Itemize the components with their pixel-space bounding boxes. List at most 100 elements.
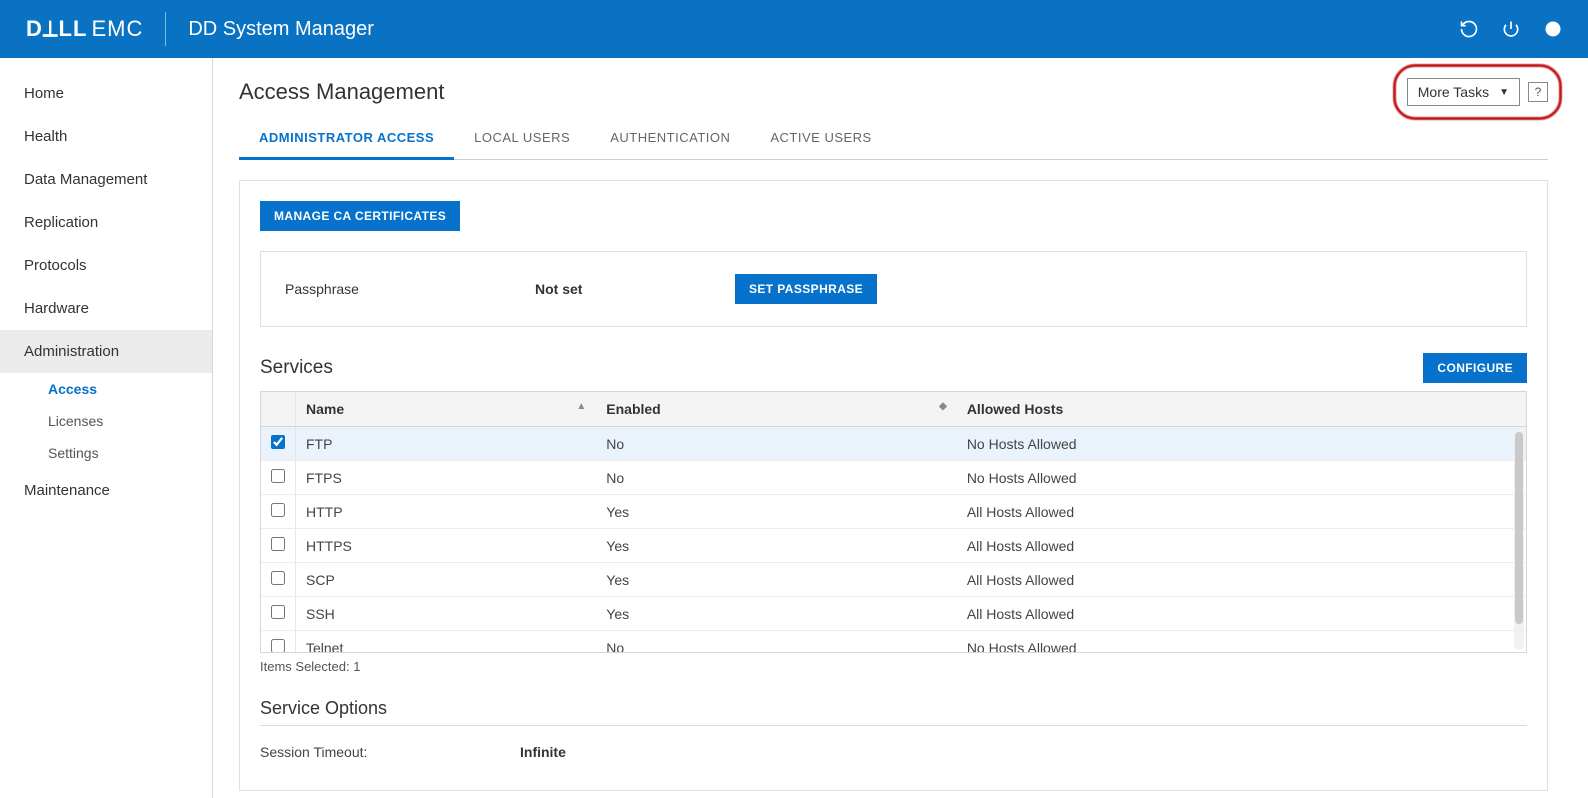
- tab-administrator-access[interactable]: ADMINISTRATOR ACCESS: [239, 120, 454, 160]
- passphrase-value: Not set: [535, 281, 735, 297]
- table-row[interactable]: SSHYesAll Hosts Allowed: [261, 597, 1526, 631]
- items-selected-count: 1: [353, 659, 360, 674]
- cell-enabled: No: [596, 461, 957, 495]
- context-help-button[interactable]: ?: [1528, 82, 1548, 102]
- row-checkbox[interactable]: [271, 639, 285, 652]
- cell-name: HTTP: [296, 495, 597, 529]
- sort-icon: ◆: [939, 401, 947, 412]
- cell-enabled: Yes: [596, 495, 957, 529]
- row-checkbox-cell: [261, 461, 296, 495]
- service-options-title: Service Options: [260, 698, 1527, 726]
- help-icon[interactable]: ?: [1542, 18, 1564, 40]
- col-name[interactable]: Name ▲: [296, 392, 597, 427]
- scrollbar[interactable]: [1514, 432, 1524, 650]
- row-checkbox-cell: [261, 631, 296, 653]
- manage-ca-certificates-button[interactable]: MANAGE CA CERTIFICATES: [260, 201, 460, 231]
- brand-dell: D⟂LL: [26, 16, 87, 42]
- services-table: Name ▲ Enabled ◆ Allowed Hosts: [260, 391, 1527, 653]
- tab-active-users[interactable]: ACTIVE USERS: [750, 120, 891, 159]
- session-timeout-label: Session Timeout:: [260, 744, 520, 760]
- cell-allowed: All Hosts Allowed: [957, 495, 1526, 529]
- table-row[interactable]: SCPYesAll Hosts Allowed: [261, 563, 1526, 597]
- cell-enabled: Yes: [596, 563, 957, 597]
- row-checkbox[interactable]: [271, 469, 285, 483]
- cell-allowed: All Hosts Allowed: [957, 597, 1526, 631]
- sidebar-item-maintenance[interactable]: Maintenance: [0, 469, 212, 512]
- cell-enabled: No: [596, 631, 957, 653]
- sidebar-item-hardware[interactable]: Hardware: [0, 287, 212, 330]
- row-checkbox[interactable]: [271, 571, 285, 585]
- row-checkbox-cell: [261, 529, 296, 563]
- sidebar-subitem-access[interactable]: Access: [0, 373, 212, 405]
- sidebar-item-administration[interactable]: Administration: [0, 330, 212, 373]
- cell-allowed: No Hosts Allowed: [957, 461, 1526, 495]
- row-checkbox-cell: [261, 563, 296, 597]
- cell-allowed: No Hosts Allowed: [957, 427, 1526, 461]
- col-enabled[interactable]: Enabled ◆: [596, 392, 957, 427]
- cell-name: SSH: [296, 597, 597, 631]
- sidebar-item-health[interactable]: Health: [0, 115, 212, 158]
- sidebar-item-data-management[interactable]: Data Management: [0, 158, 212, 201]
- header-divider: [165, 12, 166, 46]
- cell-name: SCP: [296, 563, 597, 597]
- tab-local-users[interactable]: LOCAL USERS: [454, 120, 590, 159]
- sidebar-item-home[interactable]: Home: [0, 72, 212, 115]
- more-tasks-dropdown[interactable]: More Tasks ▼: [1407, 78, 1520, 106]
- admin-access-panel: MANAGE CA CERTIFICATES Passphrase Not se…: [239, 180, 1548, 791]
- table-row[interactable]: FTPSNoNo Hosts Allowed: [261, 461, 1526, 495]
- cell-allowed: No Hosts Allowed: [957, 631, 1526, 653]
- table-row[interactable]: HTTPYesAll Hosts Allowed: [261, 495, 1526, 529]
- col-select: [261, 392, 296, 427]
- brand-logo: D⟂LL EMC: [26, 16, 143, 42]
- sidebar-subitem-licenses[interactable]: Licenses: [0, 405, 212, 437]
- svg-text:?: ?: [1549, 23, 1556, 36]
- set-passphrase-button[interactable]: SET PASSPHRASE: [735, 274, 877, 304]
- session-timeout-row: Session Timeout: Infinite: [260, 744, 1527, 760]
- brand-emc: EMC: [91, 16, 143, 42]
- more-tasks-area: More Tasks ▼ ?: [1407, 78, 1548, 106]
- refresh-icon[interactable]: [1458, 18, 1480, 40]
- services-title: Services: [260, 357, 333, 379]
- cell-name: FTPS: [296, 461, 597, 495]
- page-title: Access Management: [239, 79, 444, 105]
- row-checkbox[interactable]: [271, 537, 285, 551]
- sidebar-item-protocols[interactable]: Protocols: [0, 244, 212, 287]
- cell-enabled: Yes: [596, 529, 957, 563]
- table-row[interactable]: FTPNoNo Hosts Allowed: [261, 427, 1526, 461]
- items-selected-prefix: Items Selected:: [260, 659, 353, 674]
- cell-name: FTP: [296, 427, 597, 461]
- items-selected: Items Selected: 1: [260, 659, 1527, 674]
- configure-button[interactable]: CONFIGURE: [1423, 353, 1527, 383]
- passphrase-label: Passphrase: [285, 281, 535, 297]
- app-header: D⟂LL EMC DD System Manager ?: [0, 0, 1588, 58]
- power-icon[interactable]: [1500, 18, 1522, 40]
- sort-asc-icon: ▲: [576, 401, 586, 412]
- row-checkbox-cell: [261, 427, 296, 461]
- cell-enabled: No: [596, 427, 957, 461]
- col-allowed[interactable]: Allowed Hosts: [957, 392, 1526, 427]
- main-content: Access Management More Tasks ▼ ? ADMINIS…: [213, 58, 1588, 798]
- app-title: DD System Manager: [188, 18, 374, 41]
- tab-authentication[interactable]: AUTHENTICATION: [590, 120, 750, 159]
- sidebar: HomeHealthData ManagementReplicationProt…: [0, 58, 213, 798]
- cell-enabled: Yes: [596, 597, 957, 631]
- tab-bar: ADMINISTRATOR ACCESSLOCAL USERSAUTHENTIC…: [239, 120, 1548, 160]
- chevron-down-icon: ▼: [1499, 87, 1509, 98]
- session-timeout-value: Infinite: [520, 744, 566, 760]
- cell-name: HTTPS: [296, 529, 597, 563]
- row-checkbox[interactable]: [271, 503, 285, 517]
- more-tasks-label: More Tasks: [1418, 84, 1489, 100]
- row-checkbox[interactable]: [271, 435, 285, 449]
- row-checkbox[interactable]: [271, 605, 285, 619]
- passphrase-box: Passphrase Not set SET PASSPHRASE: [260, 251, 1527, 327]
- row-checkbox-cell: [261, 495, 296, 529]
- cell-allowed: All Hosts Allowed: [957, 529, 1526, 563]
- sidebar-subitem-settings[interactable]: Settings: [0, 437, 212, 469]
- col-name-label: Name: [306, 401, 344, 417]
- table-row[interactable]: TelnetNoNo Hosts Allowed: [261, 631, 1526, 653]
- col-enabled-label: Enabled: [606, 401, 660, 417]
- sidebar-item-replication[interactable]: Replication: [0, 201, 212, 244]
- table-row[interactable]: HTTPSYesAll Hosts Allowed: [261, 529, 1526, 563]
- cell-allowed: All Hosts Allowed: [957, 563, 1526, 597]
- cell-name: Telnet: [296, 631, 597, 653]
